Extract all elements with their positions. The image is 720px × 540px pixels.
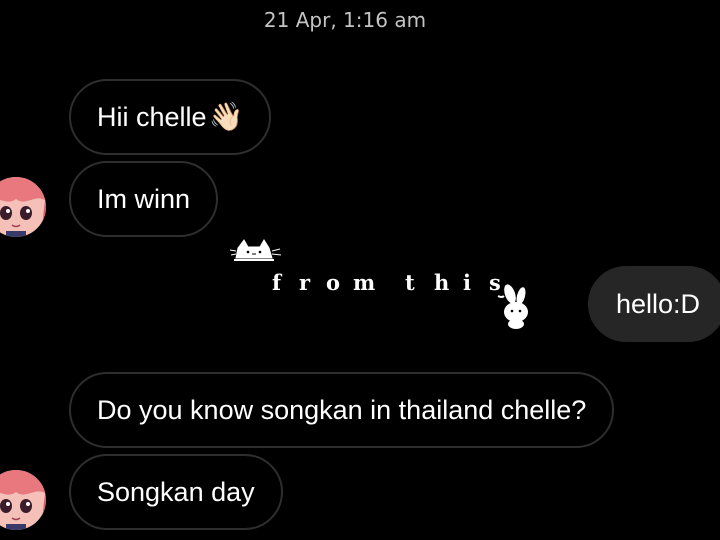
bunny-sticker-icon — [497, 284, 528, 329]
overlay-text: fromthis — [272, 270, 509, 295]
overlay-char: o — [326, 270, 342, 295]
message-bubble-incoming[interactable]: Hii chelle 👋🏻 — [69, 79, 272, 155]
message-bubble-incoming[interactable]: Songkan day — [69, 454, 283, 530]
overlay-char: f — [272, 270, 283, 295]
avatar[interactable] — [0, 177, 46, 237]
waving-hand-icon: 👋🏻 — [208, 101, 244, 132]
message-bubble-incoming[interactable]: Im winn — [69, 161, 219, 237]
anime-avatar-icon — [0, 470, 46, 530]
avatar[interactable] — [0, 470, 46, 530]
overlay-char: h — [434, 270, 451, 295]
message-text: hello:D — [615, 288, 700, 319]
cat-sticker-icon — [229, 239, 282, 261]
overlay-char: m — [353, 270, 377, 295]
message-text: Hii chelle — [97, 101, 207, 132]
overlay-char: i — [463, 270, 472, 295]
message-bubble-outgoing[interactable]: hello:D — [587, 266, 720, 342]
message-text: Im winn — [97, 183, 191, 214]
timestamp: 21 Apr, 1:16 am — [263, 8, 427, 32]
overlay-char: t — [405, 270, 416, 295]
overlay-char: r — [299, 270, 312, 295]
anime-avatar-icon — [0, 177, 46, 237]
message-text: Songkan day — [97, 476, 255, 507]
message-text: Do you know songkan in thailand chelle? — [97, 394, 587, 425]
message-bubble-incoming[interactable]: Do you know songkan in thailand chelle? — [69, 372, 615, 448]
